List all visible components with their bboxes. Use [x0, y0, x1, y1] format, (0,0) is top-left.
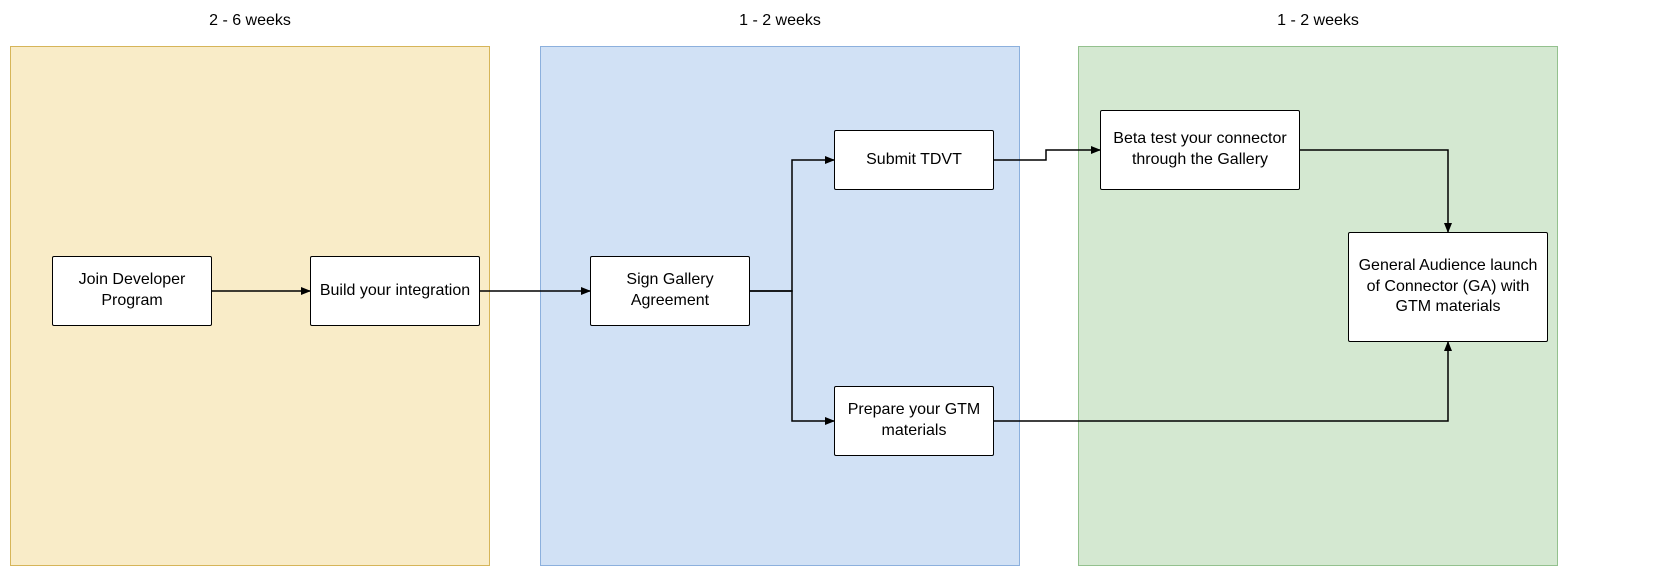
phase-label-2: 1 - 2 weeks [540, 12, 1020, 30]
node-submit-tdvt: Submit TDVT [834, 130, 994, 190]
node-sign-gallery-agreement: Sign Gallery Agreement [590, 256, 750, 326]
node-beta-test: Beta test your connector through the Gal… [1100, 110, 1300, 190]
node-join-developer-program: Join Developer Program [52, 256, 212, 326]
phase-label-1: 2 - 6 weeks [10, 12, 490, 30]
node-build-integration: Build your integration [310, 256, 480, 326]
node-ga-launch: General Audience launch of Connector (GA… [1348, 232, 1548, 342]
node-prepare-gtm: Prepare your GTM materials [834, 386, 994, 456]
phase-label-3: 1 - 2 weeks [1078, 12, 1558, 30]
